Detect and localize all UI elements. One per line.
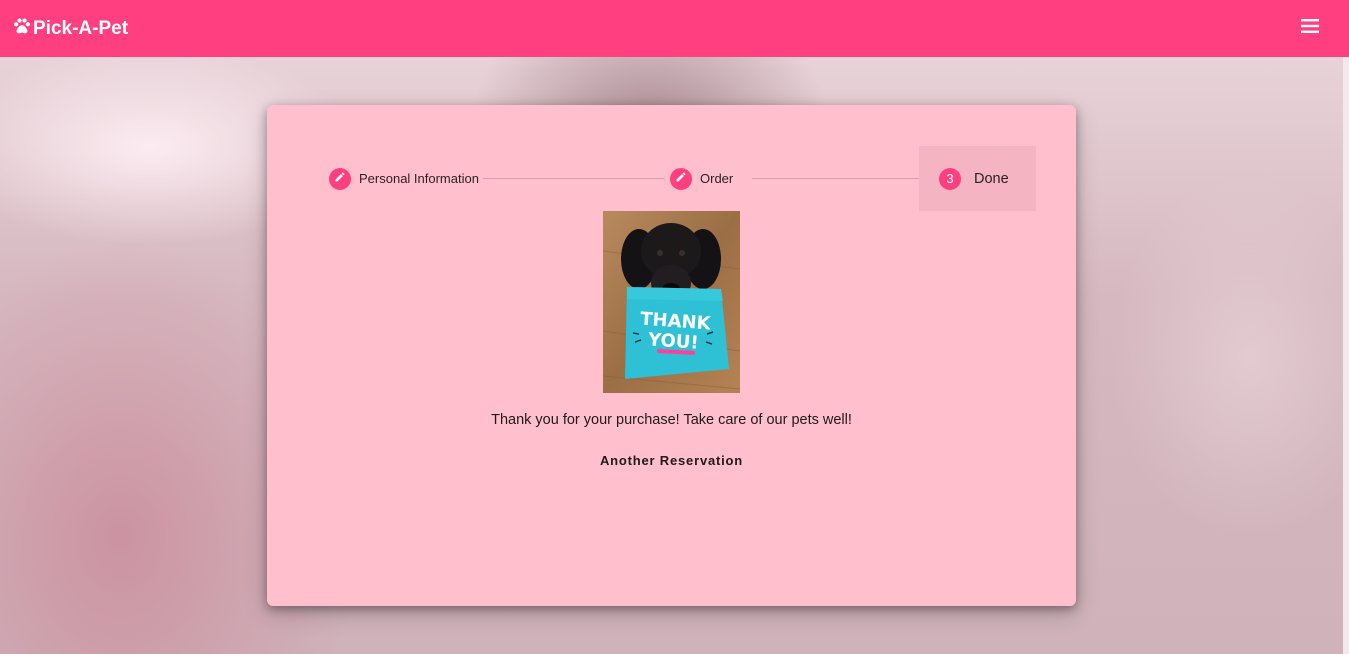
thank-you-message: Thank you for your purchase! Take care o… xyxy=(491,412,852,428)
step-label: Order xyxy=(700,171,734,186)
app-title: Pick-A-Pet xyxy=(33,17,129,39)
step-label: Done xyxy=(974,170,1009,187)
thank-you-dog-image: THANK YOU! xyxy=(602,211,741,393)
pencil-icon xyxy=(334,171,346,186)
top-toolbar: Pick-A-Pet xyxy=(0,0,1349,57)
another-reservation-button[interactable]: Another Reservation xyxy=(591,447,752,473)
step-label: Personal Information xyxy=(359,171,479,186)
stepper: Personal Information Order 3 Done xyxy=(319,146,1036,211)
step-number-badge: 3 xyxy=(939,167,961,190)
step-connector xyxy=(483,178,664,179)
reservation-card: Personal Information Order 3 Done THANK … xyxy=(267,105,1076,606)
step-completed-badge xyxy=(329,167,351,190)
hamburger-menu-icon xyxy=(1301,19,1319,38)
page: Pick-A-Pet Personal Information Order 3 … xyxy=(0,0,1349,654)
pencil-icon xyxy=(675,171,687,186)
menu-button[interactable] xyxy=(1290,9,1330,49)
step-done[interactable]: 3 Done xyxy=(919,146,1036,211)
app-brand[interactable]: Pick-A-Pet xyxy=(12,16,128,42)
step-personal-information[interactable]: Personal Information xyxy=(329,146,479,211)
page-edge xyxy=(1343,57,1349,654)
step-connector xyxy=(752,178,931,179)
step-completed-badge xyxy=(670,167,692,190)
paw-icon xyxy=(12,16,33,42)
step-order[interactable]: Order xyxy=(670,146,733,211)
